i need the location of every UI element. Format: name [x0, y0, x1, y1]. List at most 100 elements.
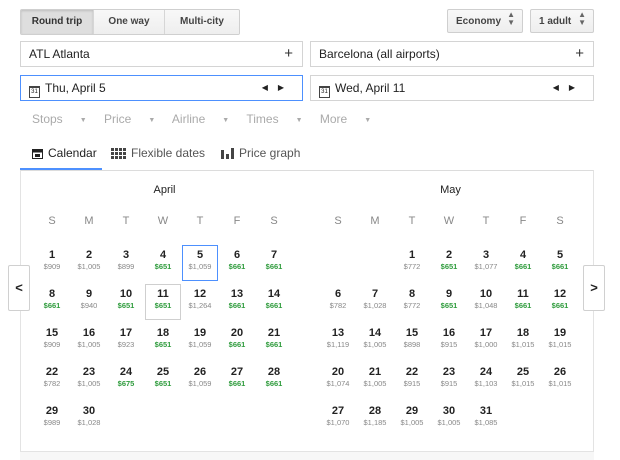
calendar-day[interactable]: 22 $915 — [394, 362, 430, 398]
calendar-day[interactable]: 15 $909 — [34, 323, 70, 359]
weekday-header: S — [48, 215, 56, 227]
calendar-day[interactable]: 22 $782 — [34, 362, 70, 398]
calendar-day[interactable]: 12 $661 — [542, 284, 578, 320]
calendar-day[interactable]: 3 $1,077 — [468, 245, 504, 281]
calendar-day[interactable]: 14 $1,005 — [357, 323, 393, 359]
filter-more[interactable]: More ▼ — [320, 112, 371, 126]
calendar-day[interactable]: 17 $923 — [108, 323, 144, 359]
filter-airline[interactable]: Airline ▼ — [172, 112, 229, 126]
day-price: $661 — [265, 379, 283, 388]
round-trip-button[interactable]: Round trip — [21, 10, 93, 34]
calendar-day[interactable]: 20 $1,074 — [320, 362, 356, 398]
calendar-day[interactable]: 26 $1,015 — [542, 362, 578, 398]
calendar-day[interactable]: 4 $661 — [505, 245, 541, 281]
calendar-day[interactable]: 18 $651 — [145, 323, 181, 359]
calendar-day[interactable]: 5 $1,059 — [182, 245, 218, 281]
calendar-day[interactable]: 7 $661 — [256, 245, 292, 281]
calendar-day[interactable]: 1 $772 — [394, 245, 430, 281]
prev-day-icon[interactable]: ◀ — [553, 83, 569, 92]
calendar-day[interactable]: 26 $1,059 — [182, 362, 218, 398]
calendar-day[interactable]: 24 $1,103 — [468, 362, 504, 398]
calendar-day[interactable]: 17 $1,000 — [468, 323, 504, 359]
next-month-button[interactable]: > — [583, 265, 605, 311]
day-number: 29 — [45, 405, 59, 417]
calendar-day[interactable]: 10 $651 — [108, 284, 144, 320]
calendar-day[interactable]: 23 $915 — [431, 362, 467, 398]
filter-stops[interactable]: Stops ▼ — [32, 112, 87, 126]
return-date-input[interactable]: 31 Wed, April 11 ◀▶ — [310, 75, 594, 101]
calendar-day[interactable]: 24 $675 — [108, 362, 144, 398]
calendar-day[interactable]: 8 $772 — [394, 284, 430, 320]
calendar-day[interactable]: 5 $661 — [542, 245, 578, 281]
multi-city-button[interactable]: Multi-city — [164, 10, 239, 34]
calendar-day[interactable]: 2 $1,005 — [71, 245, 107, 281]
tab-flexible-dates[interactable]: Flexible dates — [111, 137, 205, 170]
day-price: $782 — [43, 379, 61, 388]
calendar-day[interactable]: 28 $661 — [256, 362, 292, 398]
day-number: 26 — [553, 366, 567, 378]
calendar-day[interactable]: 7 $1,028 — [357, 284, 393, 320]
calendar-day[interactable]: 1 $909 — [34, 245, 70, 281]
calendar-day[interactable]: 9 $940 — [71, 284, 107, 320]
calendar-day[interactable]: 29 $1,005 — [394, 401, 430, 437]
calendar-day[interactable]: 13 $661 — [219, 284, 255, 320]
prev-day-icon[interactable]: ◀ — [262, 83, 278, 92]
day-number: 20 — [331, 366, 345, 378]
filter-times[interactable]: Times ▼ — [246, 112, 302, 126]
depart-date-input[interactable]: 31 Thu, April 5 ◀▶ — [20, 75, 303, 101]
calendar-day[interactable]: 25 $1,015 — [505, 362, 541, 398]
calendar-day[interactable]: 4 $651 — [145, 245, 181, 281]
calendar-day[interactable]: 11 $651 — [145, 284, 181, 320]
tab-calendar[interactable]: Calendar — [20, 137, 102, 170]
calendar-day[interactable]: 16 $1,005 — [71, 323, 107, 359]
add-destination-icon[interactable]: + — [575, 42, 584, 66]
day-number: 23 — [442, 366, 456, 378]
previous-month-button[interactable]: < — [8, 265, 30, 311]
tab-price-graph[interactable]: Price graph — [221, 137, 300, 170]
calendar-day[interactable]: 3 $899 — [108, 245, 144, 281]
calendar-day[interactable]: 21 $661 — [256, 323, 292, 359]
calendar-day[interactable]: 25 $651 — [145, 362, 181, 398]
calendar-day[interactable]: 19 $1,059 — [182, 323, 218, 359]
calendar-day[interactable]: 27 $661 — [219, 362, 255, 398]
weekday-header: S — [556, 215, 564, 227]
calendar-day[interactable]: 19 $1,015 — [542, 323, 578, 359]
one-way-button[interactable]: One way — [93, 10, 164, 34]
calendar-day[interactable]: 12 $1,264 — [182, 284, 218, 320]
add-origin-icon[interactable]: + — [284, 42, 293, 66]
calendar-day[interactable]: 20 $661 — [219, 323, 255, 359]
next-day-icon[interactable]: ▶ — [569, 83, 585, 92]
day-price: $661 — [228, 301, 246, 310]
calendar-day[interactable]: 16 $915 — [431, 323, 467, 359]
calendar-day[interactable]: 30 $1,028 — [71, 401, 107, 437]
calendar-day[interactable]: 9 $651 — [431, 284, 467, 320]
day-price: $661 — [43, 301, 61, 310]
day-price: $651 — [154, 301, 172, 310]
passengers-select[interactable]: 1 adult ▲ ▼ — [530, 9, 594, 33]
origin-input[interactable]: ATL Atlanta + — [20, 41, 303, 67]
calendar-day[interactable]: 28 $1,185 — [357, 401, 393, 437]
destination-input[interactable]: Barcelona (all airports) + — [310, 41, 594, 67]
calendar-day[interactable]: 2 $651 — [431, 245, 467, 281]
cabin-class-select[interactable]: Economy ▲ ▼ — [447, 9, 523, 33]
calendar-day[interactable]: 21 $1,005 — [357, 362, 393, 398]
calendar-day[interactable]: 18 $1,015 — [505, 323, 541, 359]
calendar-day[interactable]: 23 $1,005 — [71, 362, 107, 398]
calendar-day[interactable]: 31 $1,085 — [468, 401, 504, 437]
calendar-day[interactable]: 27 $1,070 — [320, 401, 356, 437]
calendar-day[interactable]: 10 $1,048 — [468, 284, 504, 320]
calendar-day[interactable]: 30 $1,005 — [431, 401, 467, 437]
calendar-day[interactable]: 14 $661 — [256, 284, 292, 320]
filter-price[interactable]: Price ▼ — [104, 112, 155, 126]
calendar-day[interactable]: 29 $989 — [34, 401, 70, 437]
calendar-day[interactable]: 13 $1,119 — [320, 323, 356, 359]
calendar-day[interactable]: 8 $661 — [34, 284, 70, 320]
calendar-icon — [32, 149, 43, 159]
next-day-icon[interactable]: ▶ — [278, 83, 294, 92]
calendar-day[interactable]: 6 $782 — [320, 284, 356, 320]
calendar-day[interactable]: 6 $661 — [219, 245, 255, 281]
calendar-day[interactable]: 11 $661 — [505, 284, 541, 320]
day-price: $909 — [43, 340, 61, 349]
calendar-day[interactable]: 15 $898 — [394, 323, 430, 359]
day-number: 2 — [445, 249, 453, 261]
